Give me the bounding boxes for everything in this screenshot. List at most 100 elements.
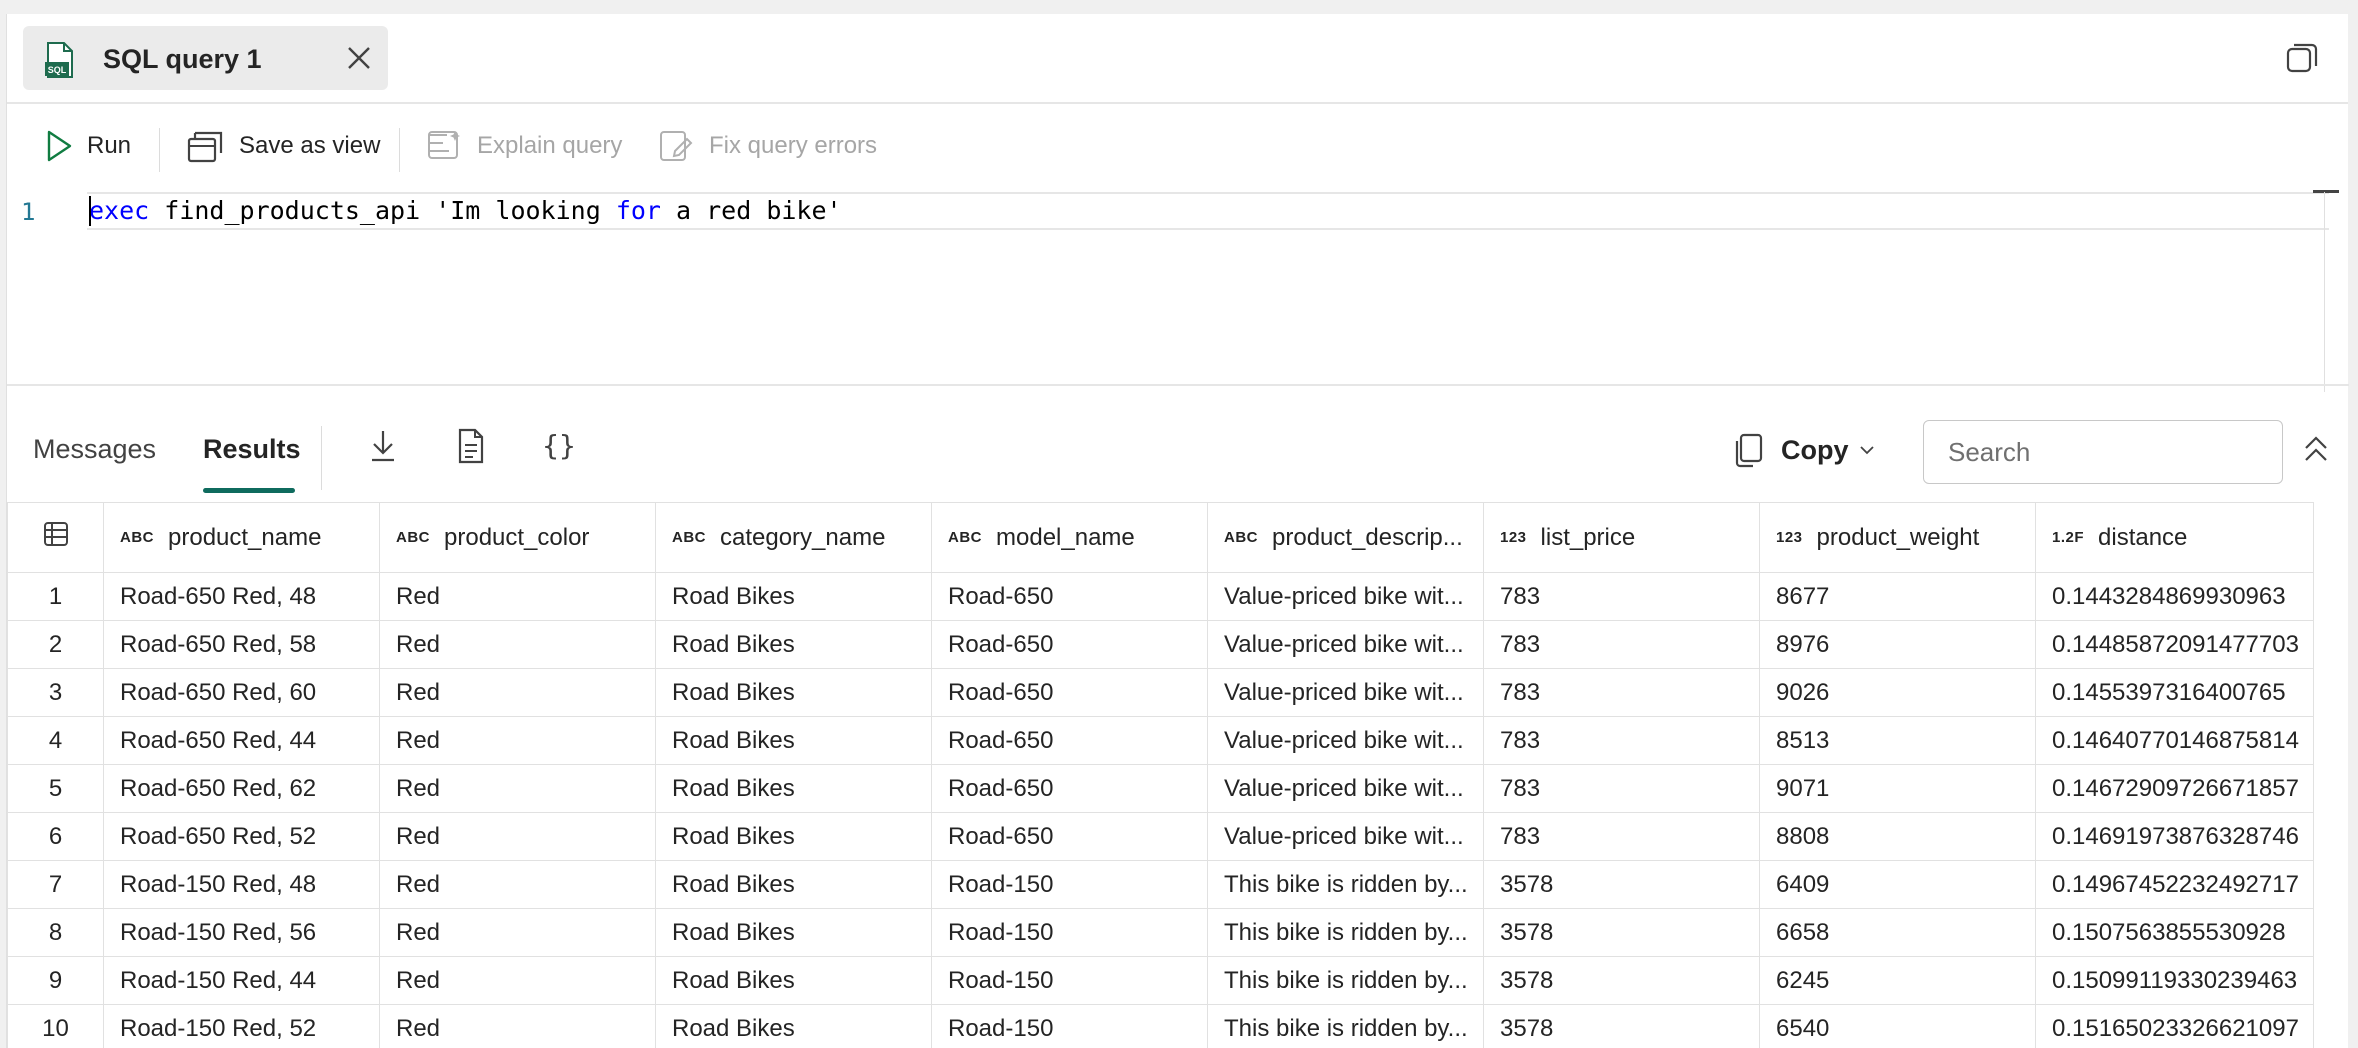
table-cell[interactable]: Red [379, 716, 656, 765]
table-cell[interactable]: 8976 [1759, 620, 2036, 669]
table-cell[interactable]: Road Bikes [655, 956, 932, 1005]
table-cell[interactable]: 783 [1483, 716, 1760, 765]
table-row[interactable]: 7 Road-150 Red, 48 Red Road Bikes Road-150 Th… [7, 860, 2314, 909]
column-header[interactable]: 123 list_price [1483, 502, 1760, 573]
table-cell[interactable]: Road-650 Red, 44 [103, 716, 380, 765]
row-number[interactable]: 8 [7, 908, 104, 957]
restore-window-icon[interactable] [2284, 40, 2320, 76]
row-number[interactable]: 9 [7, 956, 104, 1005]
table-cell[interactable]: Road-650 [931, 812, 1208, 861]
table-row[interactable]: 6 Road-650 Red, 52 Red Road Bikes Road-650 Va… [7, 812, 2314, 861]
select-all-cell[interactable] [7, 502, 104, 573]
table-cell[interactable]: Road Bikes [655, 668, 932, 717]
table-cell[interactable]: 9071 [1759, 764, 2036, 813]
table-cell[interactable]: Road-650 Red, 62 [103, 764, 380, 813]
table-cell[interactable]: Road-650 [931, 620, 1208, 669]
table-cell[interactable]: Value-priced bike wit... [1207, 668, 1484, 717]
close-icon[interactable] [343, 42, 375, 74]
code-line[interactable]: exec find_products_api 'Im looking for a… [89, 196, 842, 225]
row-number[interactable]: 4 [7, 716, 104, 765]
column-header[interactable]: 123 product_weight [1759, 502, 2036, 573]
table-cell[interactable]: Red [379, 908, 656, 957]
table-cell[interactable]: Road-150 [931, 1004, 1208, 1048]
editor-scrollbar[interactable] [2324, 192, 2325, 392]
table-cell[interactable]: 0.1443284869930963 [2035, 572, 2314, 621]
table-cell[interactable]: Road Bikes [655, 620, 932, 669]
table-cell[interactable]: 0.14485872091477703 [2035, 620, 2314, 669]
table-cell[interactable]: 0.14691973876328746 [2035, 812, 2314, 861]
table-cell[interactable]: Road-650 Red, 48 [103, 572, 380, 621]
table-cell[interactable]: Road Bikes [655, 812, 932, 861]
table-cell[interactable]: 783 [1483, 812, 1760, 861]
table-cell[interactable]: 0.14640770146875814 [2035, 716, 2314, 765]
table-row[interactable]: 1 Road-650 Red, 48 Red Road Bikes Road-650 Va… [7, 572, 2314, 621]
table-cell[interactable]: Red [379, 764, 656, 813]
json-braces-icon[interactable]: {} [539, 426, 579, 466]
table-cell[interactable]: Road-650 Red, 58 [103, 620, 380, 669]
collapse-up-icon[interactable] [2301, 432, 2331, 468]
table-cell[interactable]: 8677 [1759, 572, 2036, 621]
table-cell[interactable]: 783 [1483, 572, 1760, 621]
table-cell[interactable]: Value-priced bike wit... [1207, 812, 1484, 861]
table-cell[interactable]: Road-150 [931, 860, 1208, 909]
tab-messages[interactable]: Messages [33, 434, 156, 465]
table-row[interactable]: 3 Road-650 Red, 60 Red Road Bikes Road-650 Va… [7, 668, 2314, 717]
table-cell[interactable]: Road-650 [931, 668, 1208, 717]
table-cell[interactable]: Red [379, 812, 656, 861]
table-cell[interactable]: Value-priced bike wit... [1207, 620, 1484, 669]
table-cell[interactable]: 6658 [1759, 908, 2036, 957]
table-cell[interactable]: Value-priced bike wit... [1207, 716, 1484, 765]
row-number[interactable]: 6 [7, 812, 104, 861]
search-input[interactable] [1923, 420, 2283, 484]
column-header[interactable]: ABC product_name [103, 502, 380, 573]
table-row[interactable]: 2 Road-650 Red, 58 Red Road Bikes Road-650 Va… [7, 620, 2314, 669]
table-cell[interactable]: 0.14967452232492717 [2035, 860, 2314, 909]
table-cell[interactable]: 9026 [1759, 668, 2036, 717]
table-cell[interactable]: Value-priced bike wit... [1207, 764, 1484, 813]
table-cell[interactable]: Road-650 [931, 764, 1208, 813]
table-cell[interactable]: Road-150 [931, 956, 1208, 1005]
table-cell[interactable]: 783 [1483, 764, 1760, 813]
table-cell[interactable]: Road Bikes [655, 572, 932, 621]
row-number[interactable]: 2 [7, 620, 104, 669]
table-cell[interactable]: Road-150 Red, 44 [103, 956, 380, 1005]
table-cell[interactable]: 3578 [1483, 908, 1760, 957]
table-cell[interactable]: This bike is ridden by... [1207, 908, 1484, 957]
row-number[interactable]: 7 [7, 860, 104, 909]
run-button[interactable]: Run [45, 126, 131, 166]
column-header[interactable]: ABC category_name [655, 502, 932, 573]
table-cell[interactable]: Road-650 [931, 572, 1208, 621]
table-row[interactable]: 9 Road-150 Red, 44 Red Road Bikes Road-150 Th… [7, 956, 2314, 1005]
table-cell[interactable]: Red [379, 620, 656, 669]
table-cell[interactable]: Road-650 Red, 60 [103, 668, 380, 717]
table-cell[interactable]: Road-150 [931, 908, 1208, 957]
tab-sql-query[interactable]: SQL SQL query 1 [23, 26, 388, 90]
save-as-view-button[interactable]: Save as view [187, 126, 380, 166]
document-icon[interactable] [451, 426, 491, 466]
table-cell[interactable]: This bike is ridden by... [1207, 956, 1484, 1005]
fix-query-errors-button[interactable]: Fix query errors [659, 126, 877, 166]
table-cell[interactable]: This bike is ridden by... [1207, 1004, 1484, 1048]
explain-query-button[interactable]: Explain query [427, 126, 622, 166]
column-header[interactable]: ABC model_name [931, 502, 1208, 573]
table-cell[interactable]: 3578 [1483, 956, 1760, 1005]
table-cell[interactable]: Road-150 Red, 52 [103, 1004, 380, 1048]
table-cell[interactable]: This bike is ridden by... [1207, 860, 1484, 909]
table-cell[interactable]: 3578 [1483, 860, 1760, 909]
table-cell[interactable]: Road-650 [931, 716, 1208, 765]
table-cell[interactable]: 8513 [1759, 716, 2036, 765]
table-cell[interactable]: Red [379, 860, 656, 909]
table-cell[interactable]: 8808 [1759, 812, 2036, 861]
table-cell[interactable]: 783 [1483, 668, 1760, 717]
row-number[interactable]: 10 [7, 1004, 104, 1048]
tab-results[interactable]: Results [203, 434, 301, 465]
table-cell[interactable]: Value-priced bike wit... [1207, 572, 1484, 621]
table-cell[interactable]: 783 [1483, 620, 1760, 669]
table-cell[interactable]: Road Bikes [655, 908, 932, 957]
table-cell[interactable]: Red [379, 956, 656, 1005]
table-cell[interactable]: Road-650 Red, 52 [103, 812, 380, 861]
row-number[interactable]: 3 [7, 668, 104, 717]
table-cell[interactable]: 0.15165023326621097 [2035, 1004, 2314, 1048]
table-cell[interactable]: Red [379, 572, 656, 621]
column-header[interactable]: ABC product_descrip... [1207, 502, 1484, 573]
